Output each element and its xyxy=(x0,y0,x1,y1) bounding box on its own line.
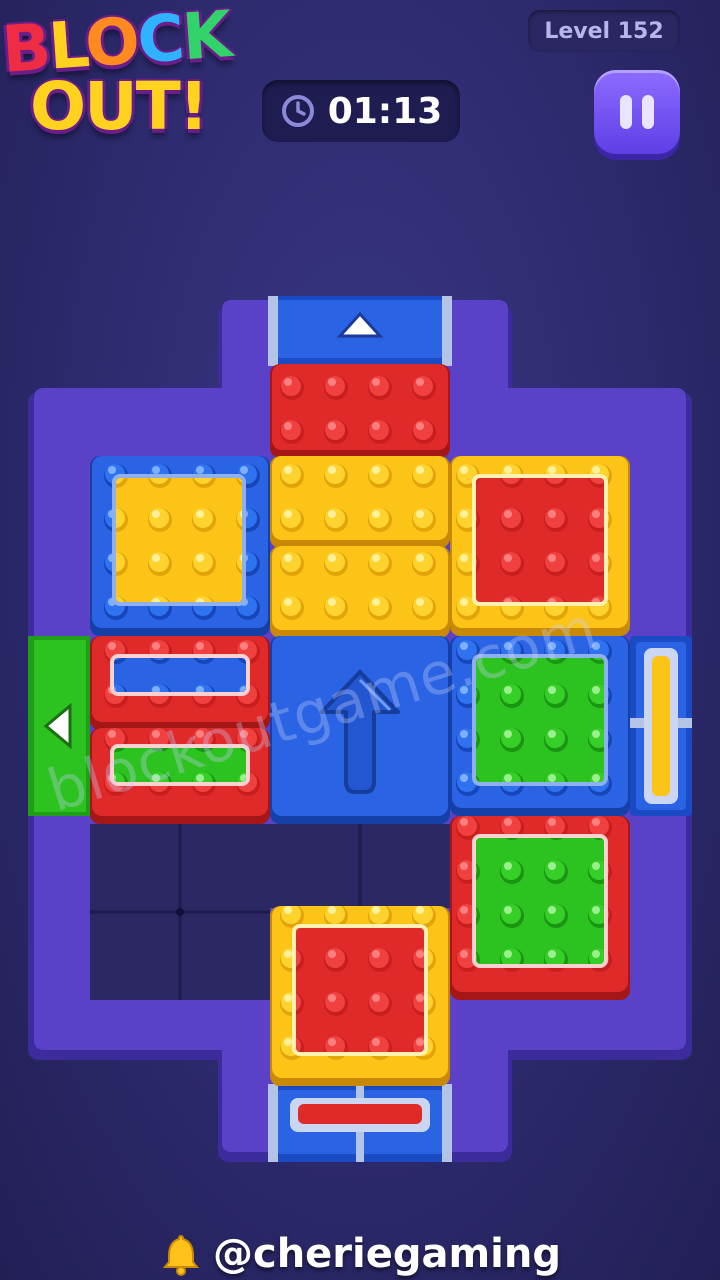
yellow-block-mid-1[interactable] xyxy=(270,456,450,548)
bell-icon xyxy=(162,1234,200,1276)
red-block-top[interactable] xyxy=(270,364,450,458)
red-bar-marker xyxy=(298,1104,422,1124)
yellow-bar-marker xyxy=(652,656,670,796)
blue-gate-top[interactable] xyxy=(268,296,452,366)
yellow-gate-right[interactable] xyxy=(630,636,692,816)
red-gate-bottom[interactable] xyxy=(268,1084,452,1162)
blue-yellow-block[interactable] xyxy=(90,456,270,636)
footer-handle: @cheriegaming xyxy=(0,1228,720,1280)
red-green-block[interactable] xyxy=(450,816,630,1000)
channel-handle: @cheriegaming xyxy=(212,1231,561,1277)
yellow-red-block-bottom[interactable] xyxy=(270,906,450,1086)
game-board xyxy=(28,296,692,1162)
yellow-block-mid-2[interactable] xyxy=(270,546,450,638)
